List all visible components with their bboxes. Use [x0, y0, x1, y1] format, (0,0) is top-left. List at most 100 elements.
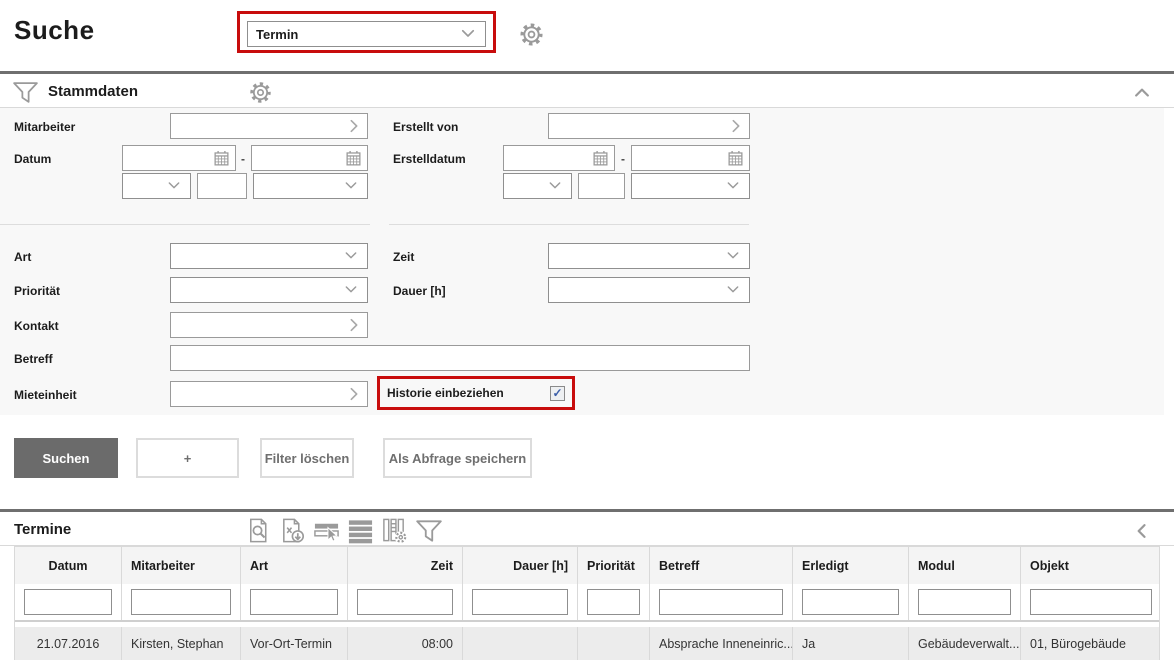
search-settings-gear-icon[interactable] — [518, 21, 545, 48]
column-header[interactable]: Priorität — [578, 547, 650, 584]
filter-funnel-icon — [12, 80, 39, 110]
column-filter-input[interactable] — [1030, 589, 1152, 615]
label-zeit: Zeit — [393, 250, 414, 264]
betreff-input[interactable] — [171, 346, 749, 370]
column-header[interactable]: Mitarbeiter — [122, 547, 241, 584]
label-dauer: Dauer [h] — [393, 284, 446, 298]
chevron-down-icon — [343, 247, 359, 266]
cell-objekt: 01, Bürogebäude — [1021, 627, 1161, 660]
page-title: Suche — [14, 15, 95, 46]
chevron-down-icon — [166, 177, 182, 196]
chevron-down-icon — [725, 247, 741, 266]
suchen-button[interactable]: Suchen — [14, 438, 118, 478]
mitarbeiter-input[interactable] — [171, 114, 346, 138]
column-header[interactable]: Art — [241, 547, 348, 584]
excel-export-icon[interactable] — [279, 517, 306, 544]
filter-loeschen-button[interactable]: Filter löschen — [260, 438, 354, 478]
erstelldatum-relative-select[interactable] — [503, 173, 572, 199]
column-header[interactable]: Betreff — [650, 547, 793, 584]
column-filter-input[interactable] — [357, 589, 453, 615]
lookup-chevron-right-icon[interactable] — [728, 118, 744, 134]
zeit-select[interactable] — [548, 243, 750, 269]
print-preview-icon[interactable] — [245, 517, 272, 544]
kontakt-input[interactable] — [171, 313, 346, 337]
mieteinheit-input[interactable] — [171, 382, 346, 406]
datum-bis-input[interactable] — [252, 146, 345, 170]
termine-toolbar — [245, 517, 443, 544]
label-mieteinheit: Mieteinheit — [14, 388, 77, 402]
table-row[interactable]: 21.07.2016 Kirsten, Stephan Vor-Ort-Term… — [15, 627, 1159, 660]
search-type-select[interactable]: Termin — [247, 21, 486, 47]
chevron-down-icon — [459, 24, 477, 45]
column-header[interactable]: Erledigt — [793, 547, 909, 584]
erstelldatum-von-field — [503, 145, 615, 171]
erstelldatum-von-input[interactable] — [504, 146, 592, 170]
column-filter-input[interactable] — [659, 589, 783, 615]
column-header[interactable]: Modul — [909, 547, 1021, 584]
datum-von-input[interactable] — [123, 146, 213, 170]
column-divider — [0, 224, 370, 225]
collapse-section-chevron-up-icon[interactable] — [1132, 83, 1152, 103]
cell-prioritaet — [578, 627, 650, 660]
datum-relative-select[interactable] — [122, 173, 191, 199]
stammdaten-filter-body: Mitarbeiter Erstellt von Datum - — [0, 108, 1164, 415]
erstelldatum-bis-input[interactable] — [632, 146, 727, 170]
datum-offset-field — [197, 173, 247, 199]
column-header[interactable]: Dauer [h] — [463, 547, 578, 584]
column-filter-input[interactable] — [918, 589, 1011, 615]
label-erstelldatum: Erstelldatum — [393, 152, 466, 166]
column-settings-icon[interactable] — [381, 517, 408, 544]
lookup-chevron-right-icon[interactable] — [346, 118, 362, 134]
cell-betreff: Absprache Inneneinric... — [650, 627, 793, 660]
calendar-icon[interactable] — [727, 150, 744, 167]
prioritaet-select[interactable] — [170, 277, 368, 303]
cell-zeit: 08:00 — [348, 627, 463, 660]
column-header[interactable]: Zeit — [348, 547, 463, 584]
column-filter-input[interactable] — [802, 589, 899, 615]
chevron-down-icon — [343, 281, 359, 300]
column-filter-input[interactable] — [24, 589, 112, 615]
kontakt-field — [170, 312, 368, 338]
lookup-chevron-right-icon[interactable] — [346, 317, 362, 333]
search-type-value: Termin — [256, 27, 298, 42]
lookup-chevron-right-icon[interactable] — [346, 386, 362, 402]
historie-highlight: Historie einbeziehen ✓ — [377, 376, 575, 410]
date-range-separator: - — [241, 152, 245, 166]
chevron-down-icon — [343, 177, 359, 196]
erstellt-von-input[interactable] — [549, 114, 728, 138]
column-header[interactable]: Objekt — [1021, 547, 1161, 584]
table-header-row: Datum Mitarbeiter Art Zeit Dauer [h] Pri… — [15, 546, 1159, 584]
cell-dauer — [463, 627, 578, 660]
column-filter-input[interactable] — [250, 589, 338, 615]
erstelldatum-offset-input[interactable] — [579, 174, 624, 198]
als-abfrage-speichern-button[interactable]: Als Abfrage speichern — [383, 438, 532, 478]
datum-offset-input[interactable] — [198, 174, 246, 198]
art-select[interactable] — [170, 243, 368, 269]
stammdaten-gear-icon[interactable] — [248, 80, 273, 105]
calendar-icon[interactable] — [592, 150, 609, 167]
calendar-icon[interactable] — [213, 150, 230, 167]
column-filter-input[interactable] — [472, 589, 568, 615]
table-filter-funnel-icon[interactable] — [415, 517, 443, 544]
erstelldatum-offset-field — [578, 173, 625, 199]
erstellt-von-field — [548, 113, 750, 139]
collapse-panel-chevron-left-icon[interactable] — [1132, 521, 1152, 541]
label-prioritaet: Priorität — [14, 284, 60, 298]
datum-unit-select[interactable] — [253, 173, 368, 199]
column-filter-input[interactable] — [131, 589, 231, 615]
column-header[interactable]: Datum — [15, 547, 122, 584]
column-filter-input[interactable] — [587, 589, 640, 615]
cell-erledigt: Ja — [793, 627, 909, 660]
calendar-icon[interactable] — [345, 150, 362, 167]
results-table: Datum Mitarbeiter Art Zeit Dauer [h] Pri… — [14, 546, 1160, 660]
column-divider — [389, 224, 749, 225]
table-filter-row — [15, 584, 1159, 622]
list-rows-icon[interactable] — [347, 517, 374, 544]
add-filter-button[interactable]: + — [136, 438, 239, 478]
mieteinheit-field — [170, 381, 368, 407]
chevron-down-icon — [547, 177, 563, 196]
historie-checkbox[interactable]: ✓ — [550, 386, 565, 401]
dauer-select[interactable] — [548, 277, 750, 303]
erstelldatum-unit-select[interactable] — [631, 173, 750, 199]
select-row-icon[interactable] — [313, 517, 340, 544]
